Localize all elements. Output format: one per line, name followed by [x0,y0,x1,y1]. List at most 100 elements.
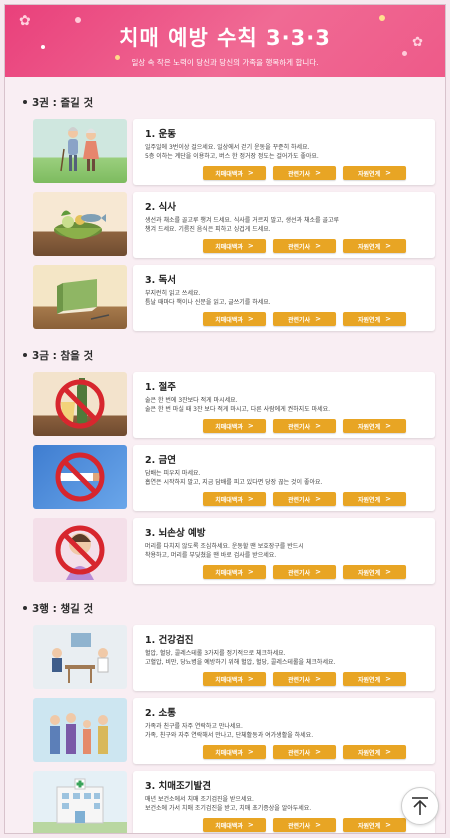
item-description: 일주일에 3번이상 걸으세요. 일상에서 걷기 운동을 꾸준히 하세요. 5층 … [145,144,319,160]
chevron-right-icon: > [315,821,321,829]
meal-illustration [33,192,127,256]
dot-decoration [41,45,45,49]
encyclopedia-button[interactable]: 치매대백과 > [203,492,266,506]
resource-link-button[interactable]: 자원연계 > [343,565,406,579]
encyclopedia-button[interactable]: 치매대백과 > [203,166,266,180]
chevron-right-icon: > [385,242,391,250]
checkup-illustration [33,625,127,689]
chevron-right-icon: > [315,169,321,177]
chevron-right-icon: > [315,568,321,576]
chevron-right-icon: > [385,568,391,576]
flower-decoration: ✿ [412,35,423,50]
encyclopedia-button[interactable]: 치매대백과 > [203,818,266,832]
item-title: 2. 소통 [145,708,177,719]
encyclopedia-button[interactable]: 치매대백과 > [203,745,266,759]
list-item: 2. 금연 담배는 피우지 마세요. 흡연은 시작하지 말고, 지금 담배를 피… [19,445,435,511]
list-item: 3. 독서 부지런히 읽고 쓰세요. 틈날 때마다 책이나 신문을 읽고, 글쓰… [19,265,435,331]
page-header: ✿ ✿ 치매 예방 수칙 3·3·3 일상 속 작은 노력이 당신과 당신의 가… [5,5,445,77]
encyclopedia-button[interactable]: 치매대백과 > [203,419,266,433]
item-title: 3. 독서 [145,275,177,286]
encyclopedia-button[interactable]: 치매대백과 > [203,312,266,326]
resource-link-button[interactable]: 자원연계 > [343,239,406,253]
related-articles-button[interactable]: 관련기사 > [273,672,336,686]
chevron-right-icon: > [385,748,391,756]
resource-link-button[interactable]: 자원연계 > [343,818,406,832]
content: 3권 : 즐길 것 1. 운동 일주일에 3번이상 걸으세요. 일상에서 걷기 … [5,85,445,833]
item-title: 1. 건강검진 [145,635,194,646]
encyclopedia-button[interactable]: 치매대백과 > [203,565,266,579]
item-card: 1. 절주 술은 한 번에 3잔보다 적게 마시세요. 술은 한 번 마실 때 … [133,372,435,438]
chevron-right-icon: > [247,169,254,177]
dot-decoration [75,17,81,23]
item-description: 술은 한 번에 3잔보다 적게 마시세요. 술은 한 번 마실 때 3잔 보다 … [145,397,331,413]
item-description: 머리를 다치지 않도록 조심하세요. 운동할 땐 보호장구를 반드시 착용하고,… [145,543,304,559]
resource-link-button[interactable]: 자원연계 > [343,745,406,759]
chevron-right-icon: > [247,422,254,430]
list-item: 3. 치매조기발견 매년 보건소에서 치매 조기검진을 받으세요. 보건소에 가… [19,771,435,833]
chevron-right-icon: > [247,495,254,503]
related-articles-button[interactable]: 관련기사 > [273,239,336,253]
family-illustration [33,698,127,762]
head-injury-illustration [33,518,127,582]
related-articles-button[interactable]: 관련기사 > [273,419,336,433]
bullet-icon [23,606,27,610]
chevron-right-icon: > [385,821,391,829]
chevron-right-icon: > [247,242,254,250]
item-title: 3. 치매조기발견 [145,781,211,792]
chevron-right-icon: > [247,675,254,683]
item-card: 1. 운동 일주일에 3번이상 걸으세요. 일상에서 걷기 운동을 꾸준히 하세… [133,119,435,185]
chevron-right-icon: > [315,675,321,683]
related-articles-button[interactable]: 관련기사 > [273,565,336,579]
page-title: 치매 예방 수칙 3·3·3 [119,26,331,50]
chevron-right-icon: > [247,315,254,323]
resource-link-button[interactable]: 자원연계 > [343,492,406,506]
bullet-icon [23,100,27,104]
resource-link-button[interactable]: 자원연계 > [343,672,406,686]
item-description: 가족과 친구를 자주 연락하고 만나세요. 가족, 친구와 자주 연락해서 만나… [145,723,314,739]
related-articles-button[interactable]: 관련기사 > [273,745,336,759]
item-card: 3. 치매조기발견 매년 보건소에서 치매 조기검진을 받으세요. 보건소에 가… [133,771,435,833]
chevron-right-icon: > [315,422,321,430]
related-articles-button[interactable]: 관련기사 > [273,492,336,506]
resource-link-button[interactable]: 자원연계 > [343,419,406,433]
chevron-right-icon: > [315,495,321,503]
exercise-illustration [33,119,127,183]
related-articles-button[interactable]: 관련기사 > [273,312,336,326]
page-frame: ✿ ✿ 치매 예방 수칙 3·3·3 일상 속 작은 노력이 당신과 당신의 가… [4,4,446,834]
encyclopedia-button[interactable]: 치매대백과 > [203,672,266,686]
page-subtitle: 일상 속 작은 노력이 당신과 당신의 가족을 행복하게 합니다. [131,58,319,67]
reading-illustration [33,265,127,329]
related-articles-button[interactable]: 관련기사 > [273,166,336,180]
chevron-right-icon: > [315,748,321,756]
item-description: 담배는 피우지 마세요. 흡연은 시작하지 말고, 지금 담배를 피고 있다면 … [145,470,323,486]
item-card: 3. 뇌손상 예방 머리를 다치지 않도록 조심하세요. 운동할 땐 보호장구를… [133,518,435,584]
chevron-right-icon: > [247,821,254,829]
chevron-right-icon: > [385,315,391,323]
item-title: 2. 금연 [145,455,177,466]
related-articles-button[interactable]: 관련기사 > [273,818,336,832]
resource-link-button[interactable]: 자원연계 > [343,166,406,180]
list-item: 1. 운동 일주일에 3번이상 걸으세요. 일상에서 걷기 운동을 꾸준히 하세… [19,119,435,185]
chevron-right-icon: > [385,675,391,683]
resource-link-button[interactable]: 자원연계 > [343,312,406,326]
scroll-top-button[interactable] [401,787,439,825]
list-item: 1. 절주 술은 한 번에 3잔보다 적게 마시세요. 술은 한 번 마실 때 … [19,372,435,438]
item-title: 2. 식사 [145,202,177,213]
dot-decoration [379,15,385,21]
item-card: 2. 식사 생선과 채소를 골고루 챙겨 드세요. 식사를 거르지 말고, 생선… [133,192,435,258]
list-item: 2. 식사 생선과 채소를 골고루 챙겨 드세요. 식사를 거르지 말고, 생선… [19,192,435,258]
chevron-right-icon: > [385,169,391,177]
item-description: 부지런히 읽고 쓰세요. 틈날 때마다 책이나 신문을 읽고, 글쓰기를 하세요… [145,290,271,306]
item-title: 1. 절주 [145,382,177,393]
dot-decoration [402,51,407,56]
flower-decoration: ✿ [19,13,31,29]
chevron-right-icon: > [315,242,321,250]
item-title: 3. 뇌손상 예방 [145,528,206,539]
item-description: 혈압, 혈당, 콜레스테롤 3가지를 정기적으로 체크하세요. 고혈압, 비만,… [145,650,336,666]
chevron-right-icon: > [247,748,254,756]
encyclopedia-button[interactable]: 치매대백과 > [203,239,266,253]
chevron-right-icon: > [385,495,391,503]
chevron-right-icon: > [315,315,321,323]
item-card: 2. 소통 가족과 친구를 자주 연락하고 만나세요. 가족, 친구와 자주 연… [133,698,435,764]
hospital-illustration [33,771,127,833]
